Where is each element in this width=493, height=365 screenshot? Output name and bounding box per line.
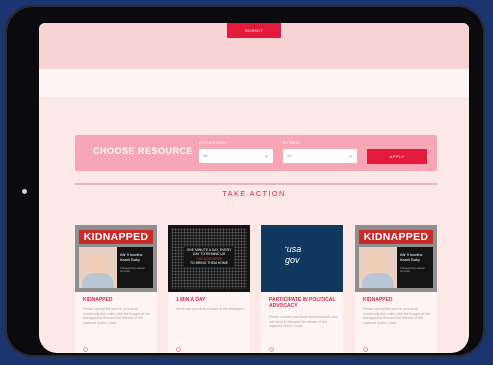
poster-info: Kfir 9 months Israeli Baby Kidnapped by … [117,247,153,288]
poster-info-text: Kfir 9 months Israeli Baby [120,253,143,262]
tags-select-value: All [287,153,292,158]
share-icon[interactable] [176,347,181,352]
card-image: •usa gov [261,225,343,292]
poster-caption-line: TO BRING THEM HOME [190,261,228,266]
tags-label: BY TAGS [283,140,300,145]
card-description: Please spread the word in your local com… [83,307,150,325]
section-divider [75,183,437,185]
share-icon[interactable] [269,347,274,352]
card-image: KIDNAPPED Kfir 9 months Israeli Baby Kid… [355,225,437,292]
kidnapped-banner: KIDNAPPED [359,230,433,244]
card-description: Please spread the word in your local com… [363,307,430,325]
kidnapped-banner: KIDNAPPED [79,230,153,244]
poster-small-text: Kidnapped by Hamas terrorists [120,267,145,274]
resource-filter-bar: CHOOSE RESOURCE BY CATEGORY All ⌄ BY TAG… [75,135,437,171]
tags-select[interactable]: All ⌄ [283,149,357,163]
share-icon[interactable] [363,347,368,352]
baby-photo [79,247,117,288]
top-submit-button[interactable]: SUBMIT [227,23,281,38]
category-select-value: All [203,153,208,158]
category-label: BY CATEGORY [199,140,228,145]
share-icon[interactable] [83,347,88,352]
poster-small-text: Kidnapped by Hamas terrorists [400,267,425,274]
category-select[interactable]: All ⌄ [199,149,273,163]
card-description: Which are you do to release of the hosta… [176,307,245,311]
resource-card-1-min-a-day[interactable]: ONE MINUTE A DAY, EVERY DAY TO REMIND US… [168,225,250,353]
poster-info-text: Kfir 9 months Israeli Baby [400,253,423,262]
website-screen: SUBMIT CHOOSE RESOURCE BY CATEGORY All ⌄… [39,23,469,353]
white-band [39,69,469,97]
card-title[interactable]: KIDNAPPED [363,297,433,303]
chevron-down-icon: ⌄ [263,153,269,159]
logo-text-bottom: gov [285,255,300,265]
poster-caption-highlight: THE HOSTAGES [195,256,223,261]
camera-dot [22,189,27,194]
apply-button[interactable]: APPLY [367,149,427,164]
card-title[interactable]: PARTICIPATE IN POLITICAL ADVOCACY [269,297,339,309]
usa-gov-logo: •usa gov [285,244,302,265]
resource-card-kidnapped[interactable]: KIDNAPPED Kfir 9 months Israeli Baby Kid… [75,225,157,353]
card-title[interactable]: KIDNAPPED [83,297,153,303]
card-image: ONE MINUTE A DAY, EVERY DAY TO REMIND US… [168,225,250,292]
poster-caption-line: ONE MINUTE A DAY, EVERY DAY TO REMIND US [186,248,232,257]
section-title: TAKE ACTION [222,189,286,198]
card-image: KIDNAPPED Kfir 9 months Israeli Baby Kid… [75,225,157,292]
tablet-frame: SUBMIT CHOOSE RESOURCE BY CATEGORY All ⌄… [5,5,485,357]
baby-photo [359,247,397,288]
card-description: Please contact your local representative… [269,315,338,329]
logo-text-top: usa [286,244,302,254]
resource-card-kidnapped-2[interactable]: KIDNAPPED Kfir 9 months Israeli Baby Kid… [355,225,437,353]
poster-caption: ONE MINUTE A DAY, EVERY DAY TO REMIND US… [184,247,234,267]
chevron-down-icon: ⌄ [347,153,353,159]
card-title[interactable]: 1 MIN A DAY [176,297,246,303]
top-banner: SUBMIT [39,23,469,69]
poster-info: Kfir 9 months Israeli Baby Kidnapped by … [397,247,433,288]
resource-card-political-advocacy[interactable]: •usa gov PARTICIPATE IN POLITICAL ADVOCA… [261,225,343,353]
filter-title: CHOOSE RESOURCE [93,146,194,156]
